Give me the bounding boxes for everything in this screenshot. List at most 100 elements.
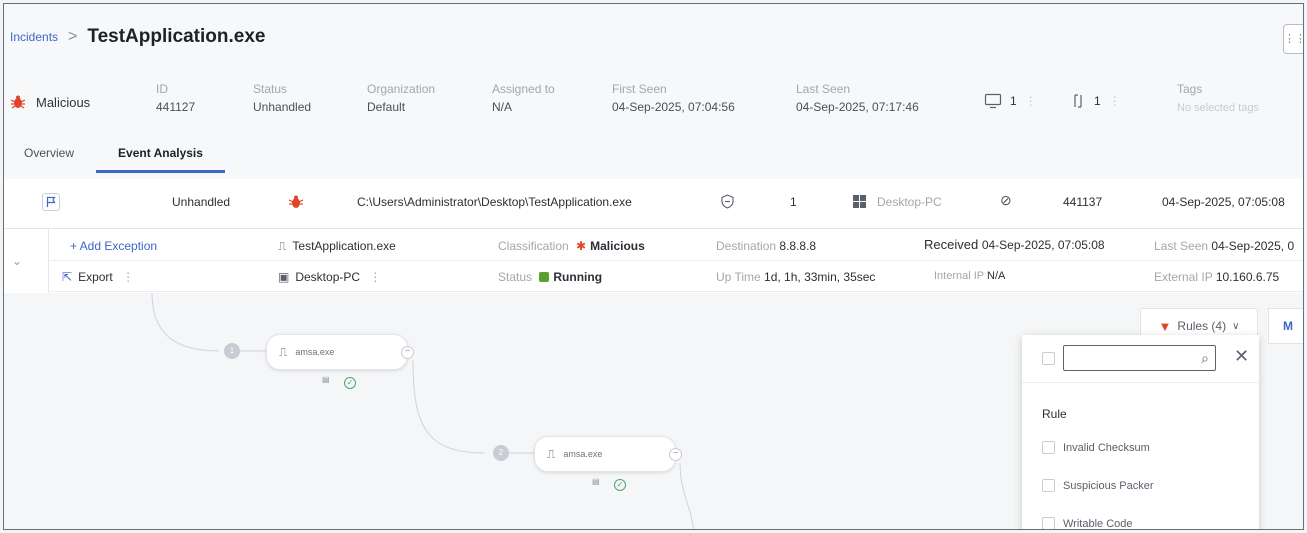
detail-status: Status Running (498, 270, 602, 284)
processes-counter[interactable]: 1 ⋮ (1070, 93, 1121, 109)
flag-icon (46, 196, 56, 207)
rule-checkbox[interactable] (1042, 517, 1055, 529)
rules-search-input[interactable]: ⌕ (1063, 345, 1216, 371)
rule-option-label: Suspicious Packer (1063, 479, 1154, 492)
export-icon: ⇱ (62, 270, 73, 284)
process-tree-icon: ⎍ (279, 344, 288, 359)
expand-icon: ⋮⋮ (1284, 33, 1304, 45)
devices-count: 1 (1010, 94, 1017, 108)
rule-option-label: Writable Code (1063, 517, 1133, 530)
search-icon: ⌕ (1201, 350, 1209, 366)
uptime-value: 1d, 1h, 33min, 35sec (764, 270, 876, 284)
classification-label: Classification (498, 239, 569, 253)
chevron-down-icon: ∨ (1232, 320, 1240, 332)
tags-placeholder[interactable]: No selected tags (1177, 102, 1259, 114)
export-menu-icon[interactable]: ⋮ (122, 270, 134, 284)
process-node[interactable]: ⎍ amsa.exe − (534, 436, 682, 472)
detail-process-name: TestApplication.exe (292, 239, 396, 253)
device-icon: ▣ (278, 270, 290, 284)
meta-first-seen-value: 04-Sep-2025, 07:04:56 (612, 100, 735, 114)
classification-text: Malicious (36, 94, 91, 110)
meta-organization: Organization Default (367, 82, 435, 114)
meta-last-seen-label: Last Seen (796, 82, 851, 96)
meta-assigned: Assigned to N/A (492, 82, 555, 114)
tags-field[interactable]: Tags No selected tags (1177, 82, 1259, 114)
step-badge: 1 (224, 343, 240, 359)
export-button[interactable]: ⇱ Export ⋮ (62, 270, 134, 284)
process-tree-icon (1074, 94, 1082, 108)
rule-option[interactable]: Suspicious Packer (1042, 479, 1154, 492)
last-seen-label: Last Seen (1154, 239, 1209, 253)
rule-column-header: Rule (1042, 407, 1067, 421)
collapse-node-icon[interactable]: − (669, 448, 682, 461)
device-menu-icon[interactable]: ⋮ (369, 270, 381, 284)
meta-status: Status Unhandled (253, 82, 311, 114)
detail-uptime: Up Time 1d, 1h, 33min, 35sec (716, 270, 875, 284)
rules-button-label: Rules (4) (1177, 319, 1227, 333)
meta-status-value[interactable]: Unhandled (253, 100, 311, 114)
select-all-checkbox[interactable] (1042, 352, 1055, 365)
monitor-icon (984, 93, 1002, 109)
external-ip-value: 10.160.6.75 (1215, 270, 1280, 284)
meta-id-label: ID (156, 82, 168, 96)
event-status: Unhandled (172, 195, 231, 209)
internal-ip-label: Internal IP (934, 270, 984, 282)
detail-classification: Classification ✱ Malicious (498, 239, 645, 253)
devices-counter[interactable]: 1 ⋮ (984, 93, 1037, 109)
detail-last-seen: Last Seen 04-Sep-2025, 0 (1154, 239, 1294, 253)
detail-destination: Destination 8.8.8.8 (716, 239, 816, 253)
external-ip-label: External IP (1154, 270, 1213, 284)
detail-device-name: Desktop-PC (295, 270, 361, 284)
rule-option[interactable]: Invalid Checksum (1042, 441, 1150, 454)
breadcrumb-incidents-link[interactable]: Incidents (10, 30, 58, 44)
rule-option[interactable]: Writable Code (1042, 517, 1133, 530)
meta-organization-label: Organization (367, 82, 436, 96)
meta-organization-value: Default (367, 100, 406, 114)
process-node[interactable]: ⎍ amsa.exe − (266, 334, 414, 370)
meta-first-seen: First Seen 04-Sep-2025, 07:04:56 (612, 82, 735, 114)
breadcrumb-separator: > (68, 28, 78, 45)
collapse-chevron-icon[interactable]: ⌄ (12, 254, 22, 268)
meta-id-value: 441127 (156, 100, 196, 114)
check-circle-icon: ✓ (344, 377, 356, 389)
tags-label: Tags (1177, 82, 1203, 96)
m-button[interactable]: M (1268, 308, 1303, 344)
add-exception-button[interactable]: + Add Exception (70, 239, 157, 253)
process-tree-icon: ⎍ (278, 239, 287, 253)
node-device-icon: ▤ (592, 477, 600, 486)
incident-page: Incidents > TestApplication.exe ⋮⋮ Malic… (3, 3, 1304, 530)
expand-button[interactable]: ⋮⋮ (1283, 24, 1304, 54)
rule-option-label: Invalid Checksum (1063, 441, 1150, 454)
detail-process: ⎍ TestApplication.exe (278, 239, 396, 254)
meta-last-seen-value: 04-Sep-2025, 07:17:46 (796, 100, 919, 114)
collapse-node-icon[interactable]: − (401, 346, 414, 359)
event-row[interactable]: Unhandled C:\Users\Administrator\Desktop… (4, 179, 1303, 229)
classification-badge: Malicious (10, 94, 90, 110)
export-label: Export (78, 270, 113, 284)
destination-label: Destination (716, 239, 777, 253)
event-count: 1 (790, 195, 797, 209)
close-icon[interactable]: ✕ (1234, 346, 1249, 367)
flag-button[interactable] (42, 193, 60, 211)
tab-overview[interactable]: Overview (4, 142, 96, 174)
devices-menu-icon[interactable]: ⋮ (1025, 94, 1037, 108)
internal-ip-value: N/A (987, 270, 1006, 282)
rules-filter-panel: ⌕ ✕ Rule Invalid Checksum Suspicious Pac… (1022, 335, 1259, 530)
received-value: 04-Sep-2025, 07:05:08 (981, 238, 1105, 252)
filter-icon: ▼ (1158, 318, 1172, 334)
rule-checkbox[interactable] (1042, 479, 1055, 492)
process-node-label: amsa.exe (295, 347, 335, 357)
running-indicator (539, 272, 550, 282)
process-node-label: amsa.exe (563, 449, 603, 459)
meta-last-seen: Last Seen 04-Sep-2025, 07:17:46 (796, 82, 919, 114)
processes-menu-icon[interactable]: ⋮ (1109, 94, 1121, 108)
received-label: Received (924, 237, 979, 252)
rule-checkbox[interactable] (1042, 441, 1055, 454)
incident-header: Incidents > TestApplication.exe ⋮⋮ Malic… (4, 4, 1303, 179)
meta-assigned-value[interactable]: N/A (492, 100, 555, 114)
tab-event-analysis[interactable]: Event Analysis (96, 142, 225, 174)
processes-count: 1 (1094, 94, 1101, 108)
node-device-icon: ▤ (322, 375, 330, 384)
blocked-icon: ⊘ (1000, 192, 1012, 208)
event-id: 441137 (1063, 195, 1103, 209)
